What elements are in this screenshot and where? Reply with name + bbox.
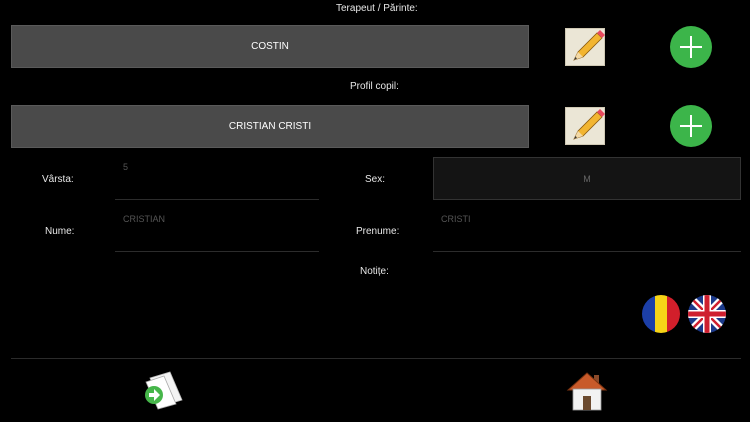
notes-field[interactable]	[11, 280, 631, 354]
bottom-divider	[11, 358, 741, 359]
document-export-icon	[145, 371, 183, 410]
child-profile-selector[interactable]: CRISTIAN CRISTI	[11, 105, 529, 148]
romania-flag-icon[interactable]	[642, 295, 680, 333]
notes-label: Notițe:	[360, 266, 389, 277]
sex-selector[interactable]: M	[433, 157, 741, 200]
add-therapist-button[interactable]	[670, 26, 712, 68]
uk-flag-icon[interactable]	[688, 295, 726, 333]
home-button[interactable]	[566, 370, 608, 412]
age-label: Vârsta:	[42, 174, 74, 185]
pencil-icon	[573, 109, 605, 140]
name-label: Nume:	[45, 226, 75, 237]
therapist-selector[interactable]: COSTIN	[11, 25, 529, 68]
home-icon	[566, 372, 608, 411]
therapist-label: Terapeut / Părinte:	[336, 3, 418, 14]
child-profile-label: Profil copil:	[350, 81, 399, 92]
edit-therapist-button[interactable]	[565, 28, 605, 66]
add-child-profile-button[interactable]	[670, 105, 712, 147]
edit-child-profile-button[interactable]	[565, 107, 605, 145]
export-profile-button[interactable]	[140, 370, 184, 410]
pencil-icon	[573, 30, 605, 61]
age-field[interactable]: 5	[115, 156, 319, 200]
surname-field[interactable]: CRISTI	[433, 208, 741, 252]
sex-label: Sex:	[365, 174, 386, 185]
name-field[interactable]: CRISTIAN	[115, 208, 319, 252]
surname-label: Prenume:	[356, 226, 400, 237]
